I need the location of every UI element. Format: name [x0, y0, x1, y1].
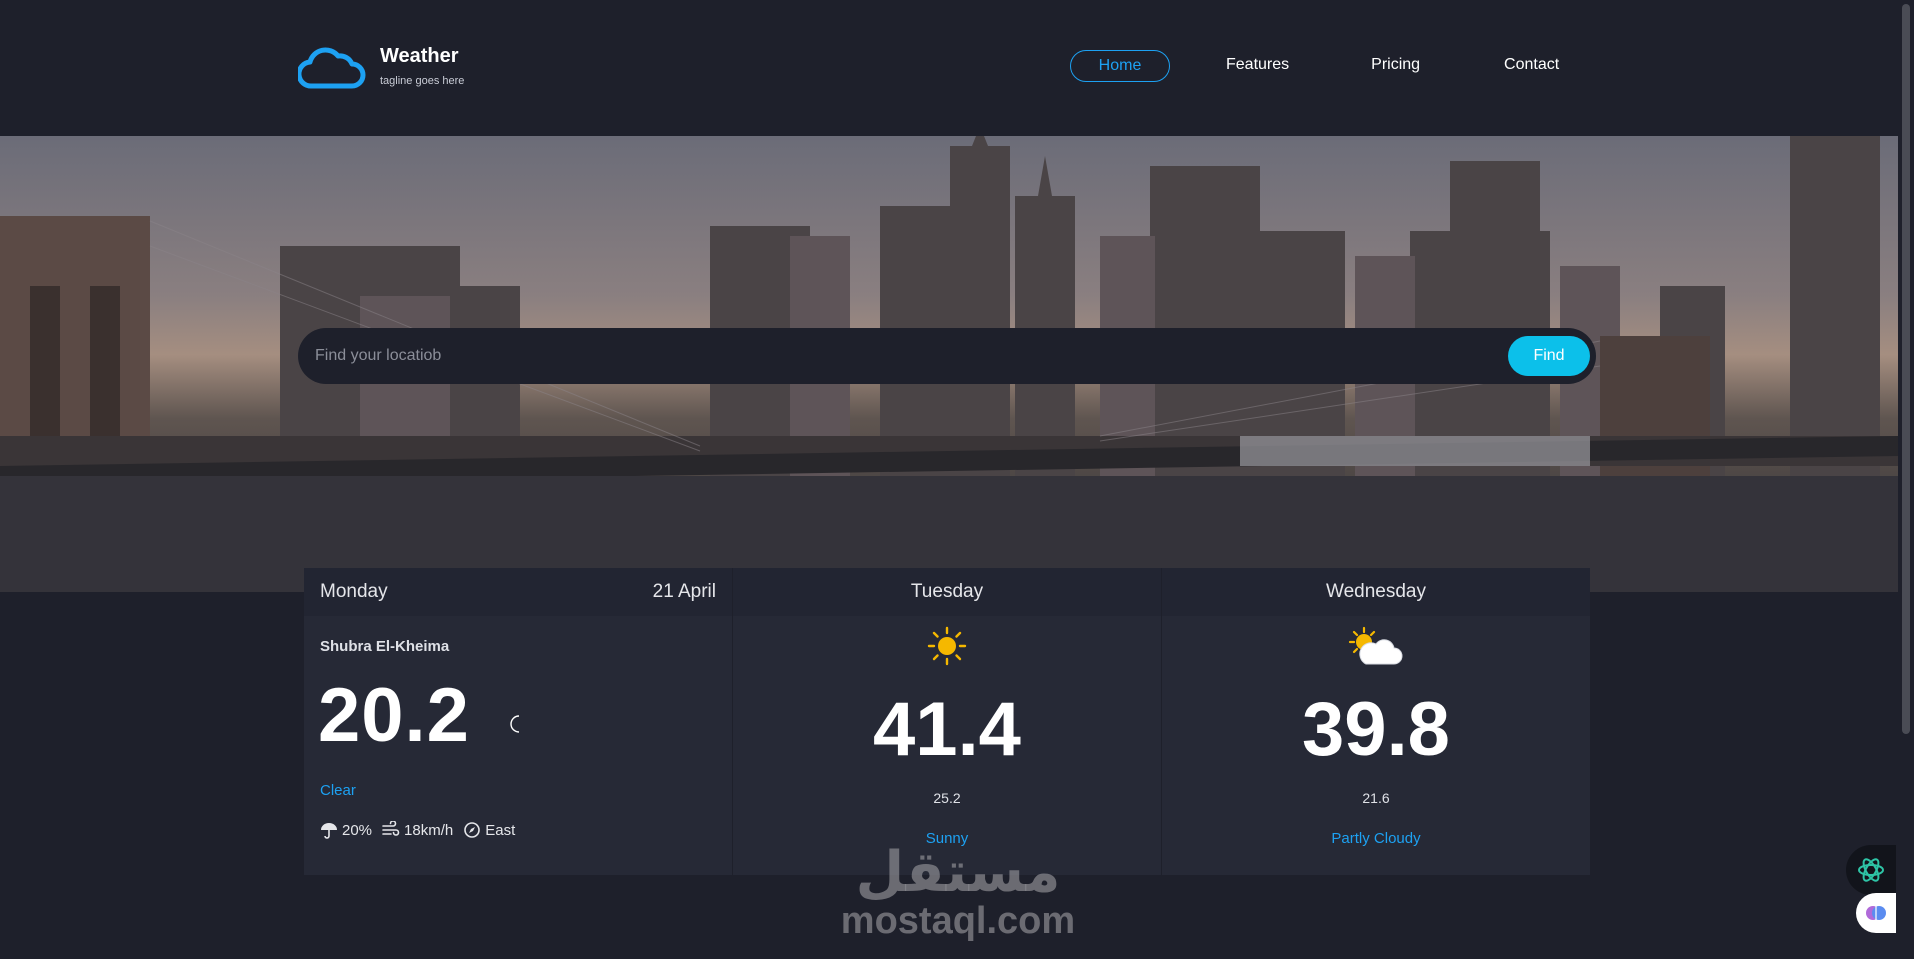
wind-direction: East [485, 821, 516, 839]
hero-banner: Find [0, 136, 1898, 592]
forecast-cards: Monday 21 April Shubra El-Kheima 20.2 Cl… [304, 568, 1590, 875]
site-header: Weather tagline goes here Home Features … [0, 0, 1898, 136]
brand[interactable]: Weather tagline goes here [298, 44, 464, 92]
forecast-temperature: 41.4 [873, 687, 1021, 772]
today-header: Monday 21 April [304, 568, 732, 616]
watermark: مستقل mostaql.com [838, 840, 1078, 942]
forecast-card-tuesday: Tuesday 41.4 25.2 Sunny [733, 568, 1162, 875]
search-bar: Find [298, 328, 1596, 384]
wind-icon [382, 821, 400, 839]
forecast-card-wednesday: Wednesday 39.8 21.6 Partly Cloudy [1162, 568, 1590, 875]
nav-contact[interactable]: Contact [1504, 50, 1559, 82]
location-search-input[interactable] [298, 328, 1508, 384]
weather-details: 20% 18km/h East [320, 821, 525, 839]
today-condition: Clear [320, 782, 356, 799]
forecast-min-temperature: 25.2 [933, 790, 961, 806]
watermark-arabic: مستقل [855, 840, 1061, 905]
forecast-min-temperature: 21.6 [1362, 790, 1390, 806]
today-temperature: 20.2 [318, 673, 470, 758]
today-card: Monday 21 April Shubra El-Kheima 20.2 Cl… [304, 568, 733, 875]
wind-speed: 18km/h [404, 821, 454, 839]
main-nav: Home Features Pricing Contact [1070, 50, 1559, 82]
openai-icon [1858, 858, 1884, 882]
nav-features[interactable]: Features [1226, 50, 1289, 82]
rain-chance: 20% [342, 821, 373, 839]
forecast-day: Tuesday [733, 568, 1161, 616]
brand-tagline: tagline goes here [380, 75, 465, 87]
nav-pricing[interactable]: Pricing [1371, 50, 1420, 82]
cloud-icon [298, 47, 366, 89]
forecast-condition: Partly Cloudy [1331, 830, 1421, 847]
nav-home[interactable]: Home [1070, 50, 1170, 82]
today-day: Monday [320, 581, 388, 602]
umbrella-icon [320, 821, 338, 839]
today-date: 21 April [652, 581, 716, 602]
scrollbar-thumb[interactable] [1902, 4, 1910, 734]
forecast-day: Wednesday [1162, 568, 1590, 616]
watermark-latin: mostaql.com [840, 900, 1076, 942]
partly-cloudy-icon [1348, 626, 1403, 665]
sun-icon [927, 626, 967, 666]
location-name: Shubra El-Kheima [320, 638, 450, 655]
brain-extension-button[interactable] [1856, 893, 1896, 933]
brand-title: Weather [380, 45, 459, 67]
page-scrollbar[interactable] [1898, 0, 1914, 959]
ai-assistant-button[interactable] [1846, 845, 1896, 895]
forecast-temperature: 39.8 [1302, 687, 1450, 772]
moon-icon [510, 715, 520, 733]
brain-icon [1866, 906, 1886, 920]
find-button[interactable]: Find [1508, 336, 1590, 376]
compass-icon [463, 821, 481, 839]
